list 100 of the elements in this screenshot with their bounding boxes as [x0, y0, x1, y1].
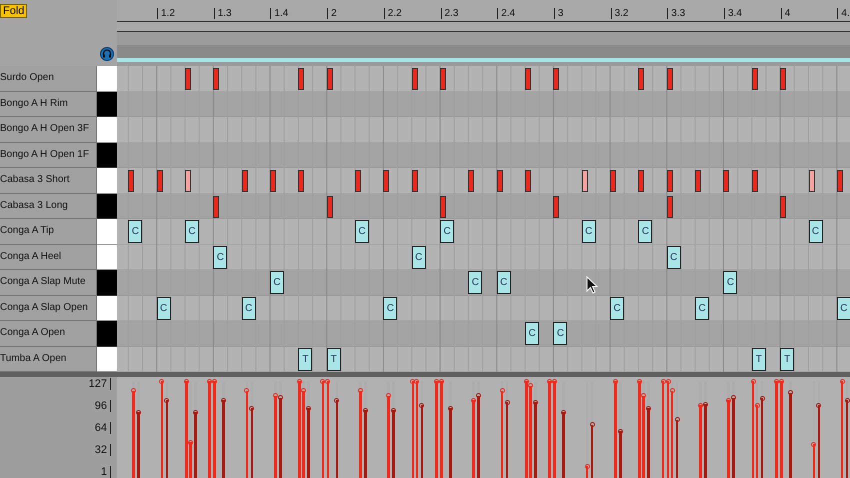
velocity-handle[interactable] — [532, 400, 538, 405]
drum-name-label[interactable]: Conga A Open — [0, 321, 97, 346]
velocity-handle[interactable] — [334, 398, 340, 403]
velocity-handle[interactable] — [590, 422, 595, 428]
velocity-handle[interactable] — [419, 402, 424, 408]
midi-note[interactable] — [298, 170, 304, 192]
midi-note[interactable] — [440, 196, 446, 218]
ruler-label: 3 — [554, 8, 564, 19]
drum-name-label[interactable]: Conga A Slap Open — [0, 296, 97, 321]
ruler-label: 1.3 — [214, 8, 232, 19]
velocity-handle[interactable] — [448, 406, 453, 411]
midi-note[interactable] — [525, 68, 532, 90]
midi-note[interactable]: C — [440, 220, 454, 243]
ruler-label: 1.4 — [270, 8, 288, 19]
midi-note[interactable] — [780, 196, 786, 218]
velocity-handle[interactable] — [561, 410, 566, 415]
velocity-handle[interactable] — [391, 408, 396, 413]
midi-note[interactable]: C — [185, 220, 200, 243]
midi-note[interactable] — [270, 170, 276, 192]
midi-note[interactable]: C — [496, 271, 511, 294]
midi-note[interactable] — [213, 196, 220, 218]
velocity-handle[interactable] — [188, 440, 193, 445]
midi-note[interactable] — [695, 170, 702, 192]
piano-key[interactable] — [97, 244, 117, 270]
velocity-handle[interactable] — [504, 400, 510, 405]
midi-note[interactable]: C — [270, 271, 284, 294]
midi-note[interactable] — [553, 196, 560, 218]
midi-note[interactable]: C — [808, 220, 822, 243]
midi-note[interactable]: C — [383, 296, 398, 320]
midi-note[interactable] — [723, 170, 730, 192]
drum-name-label[interactable]: Conga A Slap Mute — [0, 270, 97, 296]
velocity-handle[interactable] — [136, 410, 142, 415]
midi-note[interactable] — [610, 170, 616, 192]
fold-button[interactable]: Fold — [0, 4, 28, 18]
velocity-handle[interactable] — [584, 464, 590, 469]
drum-name-label[interactable]: Cabasa 3 Long — [0, 194, 97, 219]
velocity-handle[interactable] — [358, 388, 363, 394]
midi-note[interactable]: C — [128, 220, 142, 243]
midi-note[interactable]: T — [780, 348, 794, 370]
midi-note[interactable] — [213, 68, 220, 90]
midi-note[interactable]: C — [525, 322, 540, 345]
midi-note[interactable] — [525, 170, 532, 192]
velocity-handle[interactable] — [811, 442, 816, 447]
velocity-handle[interactable] — [646, 406, 652, 411]
velocity-handle[interactable] — [840, 378, 845, 384]
midi-note[interactable] — [553, 68, 560, 90]
velocity-handle[interactable] — [641, 393, 646, 398]
midi-note[interactable] — [638, 68, 644, 90]
midi-note[interactable]: C — [213, 246, 228, 268]
drum-name-label[interactable]: Conga A Tip — [0, 219, 97, 244]
midi-note[interactable] — [185, 170, 192, 192]
ruler-label: 2.3 — [440, 8, 458, 19]
midi-note[interactable] — [638, 170, 644, 192]
midi-note[interactable] — [468, 170, 474, 192]
velocity-handle[interactable] — [159, 378, 164, 384]
midi-note[interactable]: C — [638, 220, 652, 243]
velocity-handle[interactable] — [386, 393, 392, 398]
midi-note[interactable] — [185, 68, 192, 90]
velocity-handle[interactable] — [816, 402, 822, 408]
midi-note[interactable] — [128, 170, 134, 192]
velocity-handle[interactable] — [306, 406, 312, 411]
midi-note[interactable] — [383, 170, 390, 192]
cursor-icon — [586, 276, 598, 294]
midi-note[interactable] — [780, 68, 786, 90]
midi-note[interactable]: C — [582, 220, 596, 243]
headphones-icon[interactable] — [100, 47, 114, 61]
midi-note[interactable] — [355, 170, 362, 192]
drum-name-label[interactable]: Tumba A Open — [0, 346, 97, 372]
velocity-handle[interactable] — [131, 388, 136, 394]
midi-note[interactable]: C — [355, 220, 370, 243]
velocity-axis-label: 1 — [100, 466, 111, 478]
midi-note[interactable]: C — [723, 271, 738, 294]
drum-name-label[interactable]: Surdo Open — [0, 66, 97, 92]
midi-note[interactable]: T — [298, 348, 312, 370]
midi-note[interactable]: C — [553, 322, 568, 345]
midi-note[interactable] — [440, 68, 446, 90]
midi-note[interactable]: C — [610, 296, 624, 320]
velocity-handle[interactable] — [612, 378, 618, 384]
velocity-handle[interactable] — [674, 417, 680, 422]
velocity-handle[interactable] — [788, 390, 793, 396]
velocity-handle[interactable] — [192, 410, 198, 415]
velocity-handle[interactable] — [618, 428, 623, 434]
drum-name-label[interactable]: Bongo A H Open 3F — [0, 117, 97, 142]
drum-name-label[interactable]: Bongo A H Open 1F — [0, 142, 97, 168]
piano-key[interactable] — [97, 296, 117, 321]
midi-note[interactable]: C — [695, 296, 710, 320]
velocity-handle[interactable] — [844, 398, 850, 403]
velocity-handle[interactable] — [164, 398, 170, 403]
velocity-handle[interactable] — [362, 408, 368, 413]
velocity-handle[interactable] — [249, 406, 254, 411]
velocity-handle[interactable] — [221, 398, 226, 403]
piano-key[interactable] — [97, 346, 117, 372]
drum-name-label[interactable]: Cabasa 3 Short — [0, 168, 97, 194]
midi-note[interactable] — [298, 68, 304, 90]
velocity-handle[interactable] — [244, 388, 250, 394]
drum-name-label[interactable]: Bongo A H Rim — [0, 92, 97, 117]
drum-name-label[interactable]: Conga A Heel — [0, 244, 97, 270]
midi-note[interactable]: C — [468, 271, 482, 294]
velocity-handle[interactable] — [500, 388, 504, 394]
clip-strip[interactable] — [117, 45, 850, 58]
